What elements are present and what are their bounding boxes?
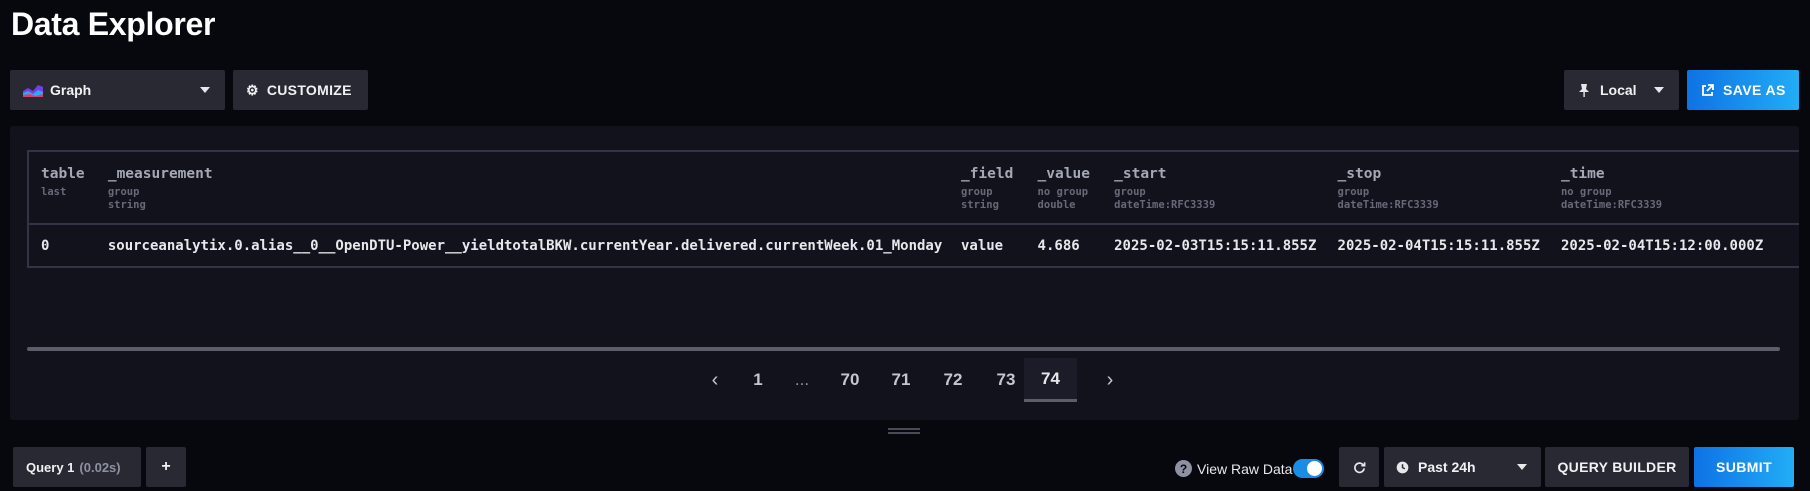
customize-label: CUSTOMIZE [266, 82, 352, 98]
column-type-meta: double [1037, 199, 1076, 211]
column-header-table[interactable]: table last [28, 151, 96, 224]
time-range-dropdown[interactable]: Past 24h [1384, 447, 1541, 487]
save-as-button[interactable]: SAVE AS [1687, 70, 1799, 110]
table-cell: 2025-02-04T15:12:00.000Z [1560, 237, 1764, 254]
column-group-meta: last [41, 186, 67, 198]
table-row: 0 sourceanalytix.0.alias__0__OpenDTU-Powe… [28, 224, 1799, 267]
column-group-meta: group [1114, 186, 1146, 198]
page-next-button[interactable]: › [1095, 358, 1125, 402]
view-raw-data-toggle-group: ? View Raw Data [1175, 459, 1292, 478]
clock-icon [1396, 461, 1409, 473]
pin-icon [1579, 84, 1589, 97]
refresh-icon [1353, 461, 1365, 473]
table-cell: 2025-02-03T15:15:11.855Z [1114, 237, 1317, 254]
column-group-meta: group [960, 186, 993, 198]
page-prev-button[interactable]: ‹ [700, 358, 730, 402]
column-header-measurement[interactable]: _measurementgroup string [96, 151, 949, 224]
page-ellipsis: ... [794, 370, 810, 389]
add-query-button[interactable]: + [146, 447, 186, 487]
page-button-71[interactable]: 71 [876, 358, 926, 402]
column-group-meta: group [1337, 186, 1370, 198]
column-header-value[interactable]: _valueno group double [1026, 151, 1103, 224]
table-cell: sourceanalytix.0.alias__0__OpenDTU-Power… [107, 237, 943, 254]
column-type-meta: string [960, 199, 999, 211]
refresh-button[interactable] [1339, 447, 1379, 487]
query-tab-label: Query 1 [26, 459, 75, 475]
column-name: _stop [1337, 166, 1382, 182]
horizontal-scrollbar[interactable] [27, 347, 1780, 351]
view-raw-data-label: View Raw Data [1197, 460, 1293, 477]
column-header-field[interactable]: _fieldgroup string [949, 151, 1026, 224]
pagination: ‹ 1 ... 70 71 72 73 74 › [10, 358, 1799, 402]
column-type-meta: dateTime:RFC3339 [1560, 199, 1663, 211]
column-group-meta: no group [1037, 186, 1089, 198]
help-icon[interactable]: ? [1175, 460, 1192, 477]
table-cell: value [960, 237, 1004, 254]
column-header-time[interactable]: _timeno group dateTime:RFC3339 [1549, 151, 1799, 224]
table-cell: 4.686 [1037, 237, 1080, 254]
gear-icon: ⚙ [246, 81, 259, 98]
time-range-label: Past 24h [1418, 459, 1476, 475]
raw-data-table: table last _measurement group string _field gr… [27, 150, 1799, 268]
timezone-label: Local [1600, 82, 1637, 98]
column-header-stop[interactable]: _stopgroup dateTime:RFC3339 [1326, 151, 1549, 224]
column-name: _measurement [107, 166, 213, 182]
results-panel: table last _measurement group string _field gr… [10, 126, 1799, 420]
page-button-72[interactable]: 72 [928, 358, 978, 402]
page-button-74-active[interactable]: 74 [1024, 358, 1077, 402]
chevron-down-icon [1517, 464, 1527, 470]
submit-button[interactable]: SUBMIT [1694, 447, 1794, 487]
column-header-start[interactable]: _startgroup dateTime:RFC3339 [1102, 151, 1325, 224]
graph-icon [23, 85, 43, 97]
column-name: table [41, 166, 85, 182]
column-name: _field [960, 166, 1014, 182]
column-group-meta: no group [1560, 186, 1612, 198]
external-link-icon [1702, 83, 1714, 96]
page-button-1[interactable]: 1 [738, 358, 778, 402]
query-builder-button[interactable]: QUERY BUILDER [1545, 447, 1689, 487]
column-type-meta: string [107, 199, 146, 211]
table-cell: 2025-02-04T15:15:11.855Z [1337, 237, 1540, 254]
save-as-label: SAVE AS [1723, 82, 1786, 98]
column-group-meta: group [107, 186, 140, 198]
query-tab-time: (0.02s) [79, 459, 121, 475]
column-type-meta: dateTime:RFC3339 [1337, 199, 1439, 211]
chevron-down-icon [200, 87, 210, 93]
page-button-70[interactable]: 70 [825, 358, 875, 402]
timezone-dropdown[interactable]: Local [1564, 70, 1679, 110]
query-tab[interactable]: Query 1 (0.02s) [13, 447, 141, 487]
customize-button[interactable]: ⚙ CUSTOMIZE [233, 70, 368, 110]
column-name: _time [1560, 166, 1605, 182]
column-name: _value [1037, 166, 1090, 182]
chevron-down-icon [1654, 87, 1664, 93]
resize-handle[interactable] [878, 425, 930, 437]
column-name: _start [1114, 166, 1167, 182]
graph-type-dropdown[interactable]: Graph [10, 70, 225, 110]
raw-data-table-viewport[interactable]: table last _measurement group string _field gr… [27, 150, 1799, 268]
table-header-row: table last _measurement group string _field gr… [28, 151, 1799, 224]
view-raw-data-toggle[interactable] [1293, 459, 1324, 478]
page-title: Data Explorer [11, 6, 216, 42]
column-type-meta: dateTime:RFC3339 [1114, 199, 1216, 211]
graph-type-label: Graph [50, 82, 92, 98]
table-cell: 0 [41, 237, 50, 254]
toggle-knob [1307, 461, 1322, 476]
